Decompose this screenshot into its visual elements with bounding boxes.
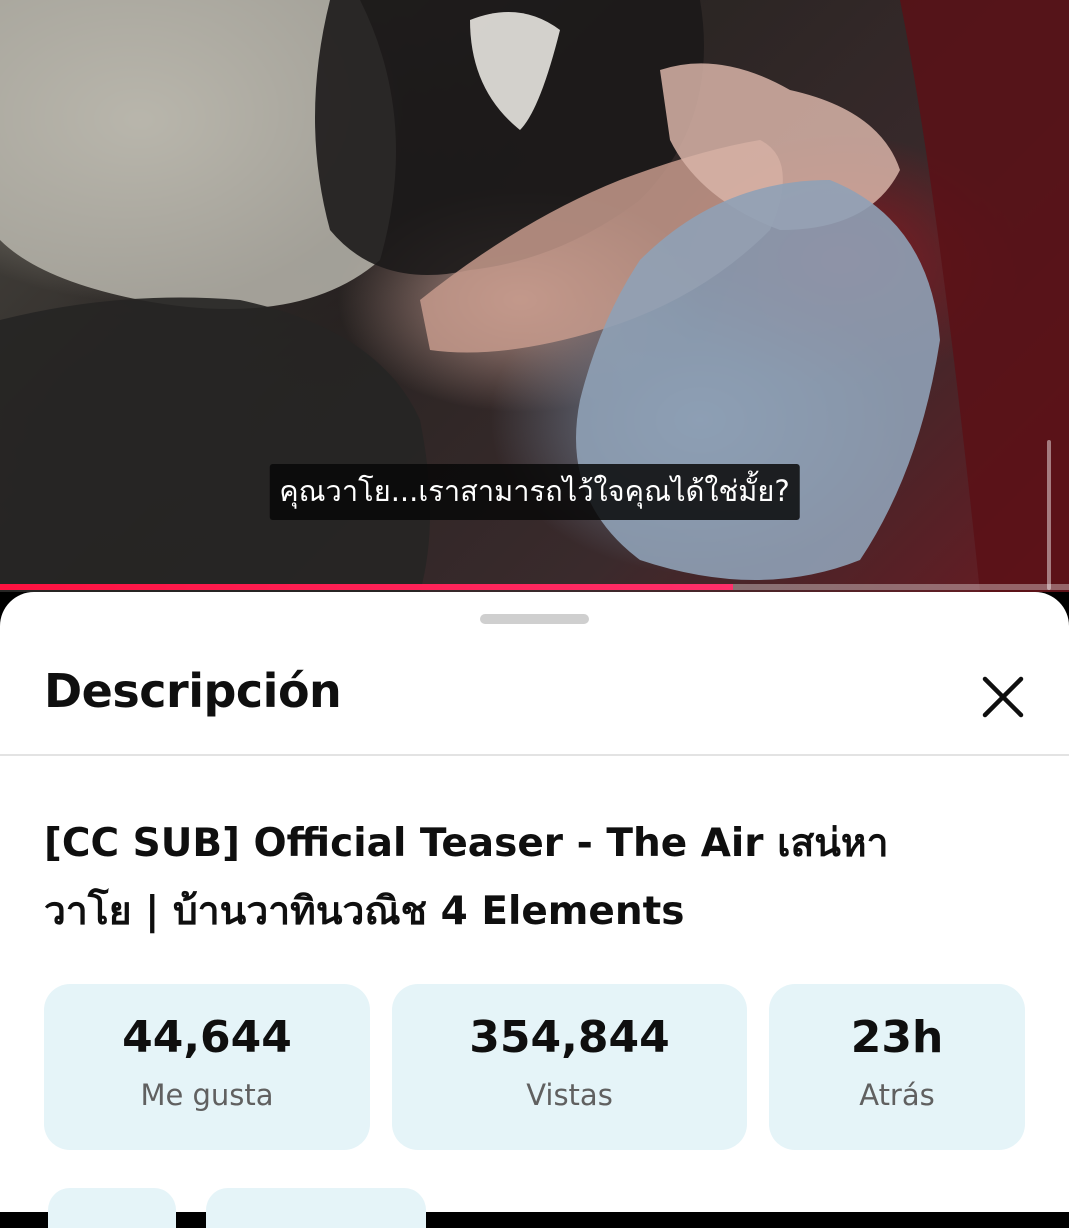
views-stat[interactable]: 354,844 Vistas bbox=[392, 984, 747, 1150]
drag-handle[interactable] bbox=[480, 614, 589, 624]
video-stats: 44,644 Me gusta 354,844 Vistas 23h Atrás bbox=[44, 984, 1025, 1150]
likes-count: 44,644 bbox=[122, 1012, 292, 1063]
progress-bar-fill bbox=[0, 584, 734, 590]
video-subtitle: คุณวาโย...เราสามารถไว้ใจคุณได้ใช่มั้ย? bbox=[269, 464, 800, 520]
description-heading: Descripción bbox=[44, 664, 342, 718]
description-sheet: Descripción [CC SUB] Official Teaser - T… bbox=[0, 592, 1069, 1228]
tag-chip[interactable] bbox=[48, 1188, 176, 1228]
likes-stat[interactable]: 44,644 Me gusta bbox=[44, 984, 370, 1150]
likes-label: Me gusta bbox=[140, 1078, 274, 1112]
video-player[interactable]: คุณวาโย...เราสามารถไว้ใจคุณได้ใช่มั้ย? bbox=[0, 0, 1069, 592]
views-count: 354,844 bbox=[469, 1012, 670, 1063]
close-button[interactable] bbox=[970, 664, 1036, 730]
close-icon bbox=[982, 676, 1024, 718]
scroll-thumb[interactable] bbox=[1047, 440, 1051, 590]
upload-age-value: 23h bbox=[850, 1012, 944, 1063]
tag-chip[interactable] bbox=[206, 1188, 426, 1228]
description-header: Descripción bbox=[0, 644, 1069, 756]
progress-bar[interactable] bbox=[0, 584, 1069, 590]
video-title-line-1: [CC SUB] Official Teaser - The Air เสน่ห… bbox=[44, 821, 889, 866]
video-title-line-2: วาโย | บ้านวาทินวณิช 4 Elements bbox=[44, 889, 685, 934]
upload-age-stat[interactable]: 23h Atrás bbox=[769, 984, 1025, 1150]
upload-age-label: Atrás bbox=[859, 1078, 935, 1112]
views-label: Vistas bbox=[526, 1078, 613, 1112]
video-title: [CC SUB] Official Teaser - The Air เสน่ห… bbox=[44, 810, 1024, 946]
